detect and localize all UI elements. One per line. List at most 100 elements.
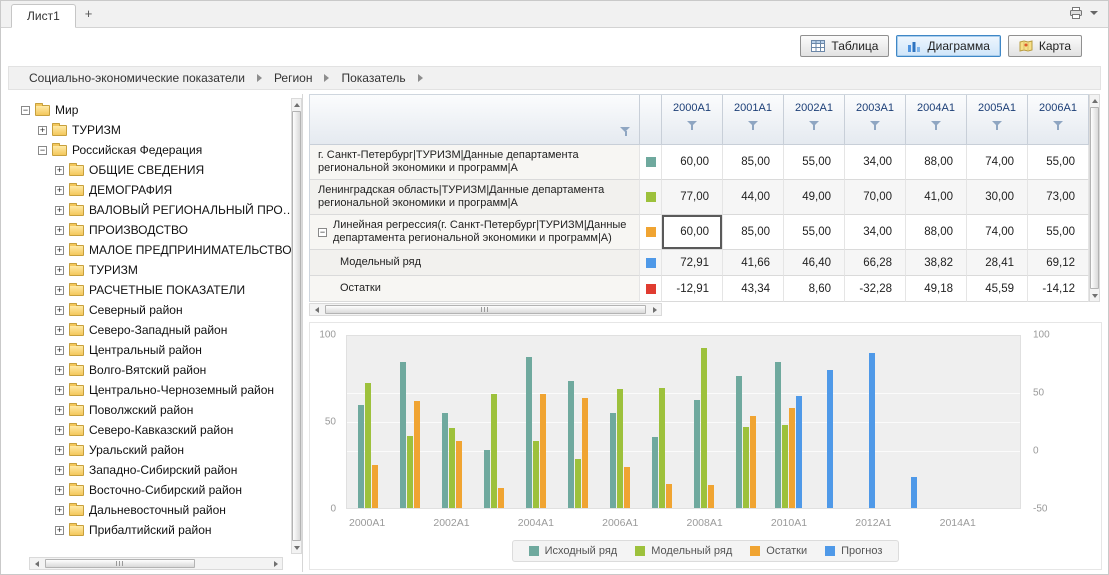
table-cell[interactable]: 34,00 xyxy=(845,145,906,180)
tree-expander-icon[interactable]: + xyxy=(55,526,64,535)
table-cell[interactable]: 41,00 xyxy=(906,180,967,215)
chevron-down-icon[interactable] xyxy=(1090,11,1098,15)
table-cell[interactable]: 60,00 xyxy=(662,215,723,250)
table-cell[interactable]: -32,28 xyxy=(845,276,906,302)
table-horizontal-scrollbar[interactable] xyxy=(309,303,662,316)
new-tab-button[interactable]: + xyxy=(76,2,102,27)
filter-icon[interactable] xyxy=(809,120,820,131)
tree-expander-icon[interactable]: + xyxy=(55,306,64,315)
tree-item[interactable]: + ВАЛОВЫЙ РЕГИОНАЛЬНЫЙ ПРОДУКТ xyxy=(9,200,302,220)
filter-icon[interactable] xyxy=(931,120,942,131)
tree-item[interactable]: + Западно-Сибирский район xyxy=(9,460,302,480)
tree-expander-icon[interactable]: + xyxy=(55,366,64,375)
table-cell[interactable]: 70,00 xyxy=(845,180,906,215)
tree-expander-icon[interactable]: + xyxy=(55,286,64,295)
table-cell[interactable]: 74,00 xyxy=(967,215,1028,250)
table-cell[interactable]: 77,00 xyxy=(662,180,723,215)
row-header[interactable]: − Линейная регрессия(г. Санкт-Петербург|… xyxy=(310,215,640,250)
table-cell[interactable]: 8,60 xyxy=(784,276,845,302)
filter-icon[interactable] xyxy=(687,120,698,131)
tree-item[interactable]: − Российская Федерация xyxy=(9,140,302,160)
row-expander-icon[interactable]: − xyxy=(318,228,327,237)
tree-item[interactable]: + ДЕМОГРАФИЯ xyxy=(9,180,302,200)
table-cell[interactable]: 85,00 xyxy=(723,215,784,250)
tree-expander-icon[interactable]: + xyxy=(55,506,64,515)
tree-expander-icon[interactable]: + xyxy=(38,126,47,135)
row-header[interactable]: Ленинградская область|ТУРИЗМ|Данные депа… xyxy=(310,180,640,215)
filter-icon[interactable] xyxy=(620,126,631,137)
table-cell[interactable]: 55,00 xyxy=(784,145,845,180)
table-cell[interactable]: 69,12 xyxy=(1028,250,1089,276)
tree-item[interactable]: + Дальневосточный район xyxy=(9,500,302,520)
tree-expander-icon[interactable]: + xyxy=(55,326,64,335)
scroll-down-icon[interactable] xyxy=(1088,290,1101,301)
tree-item[interactable]: + ПРОИЗВОДСТВО xyxy=(9,220,302,240)
table-cell[interactable]: 49,00 xyxy=(784,180,845,215)
table-vscrollbar-thumb[interactable] xyxy=(1090,107,1099,289)
tree-item[interactable]: + Центральный район xyxy=(9,340,302,360)
scroll-left-icon[interactable] xyxy=(30,558,43,569)
tree-expander-icon[interactable]: + xyxy=(55,386,64,395)
tree-item[interactable]: + Северный район xyxy=(9,300,302,320)
table-column-header[interactable]: 2002A1 xyxy=(784,95,845,145)
tree-expander-icon[interactable]: + xyxy=(55,406,64,415)
table-cell[interactable]: 34,00 xyxy=(845,215,906,250)
tree-item[interactable]: + МАЛОЕ ПРЕДПРИНИМАТЕЛЬСТВО xyxy=(9,240,302,260)
table-scrollbar-thumb[interactable] xyxy=(325,305,646,314)
tree-item[interactable]: + Северо-Кавказский район xyxy=(9,420,302,440)
table-cell[interactable]: 49,18 xyxy=(906,276,967,302)
tree-item[interactable]: − Мир xyxy=(9,100,302,120)
breadcrumb-item[interactable]: Показатель xyxy=(341,71,405,85)
tree-item[interactable]: + Волго-Вятский район xyxy=(9,360,302,380)
scroll-up-icon[interactable] xyxy=(1088,95,1101,106)
tree-item[interactable]: + Восточно-Сибирский район xyxy=(9,480,302,500)
tree-expander-icon[interactable]: + xyxy=(55,206,64,215)
tree-item[interactable]: + ТУРИЗМ xyxy=(9,120,302,140)
table-cell[interactable]: 44,00 xyxy=(723,180,784,215)
tree-item[interactable]: + Уральский район xyxy=(9,440,302,460)
table-cell[interactable]: 72,91 xyxy=(662,250,723,276)
tree-expander-icon[interactable]: + xyxy=(55,246,64,255)
tree-expander-icon[interactable]: + xyxy=(55,426,64,435)
tree-expander-icon[interactable]: − xyxy=(38,146,47,155)
tree-expander-icon[interactable]: + xyxy=(55,226,64,235)
table-column-header[interactable]: 2005A1 xyxy=(967,95,1028,145)
table-column-header[interactable]: 2006A1 xyxy=(1028,95,1089,145)
map-view-button[interactable]: Карта xyxy=(1008,35,1082,57)
table-cell[interactable]: 41,66 xyxy=(723,250,784,276)
scroll-left-icon[interactable] xyxy=(310,304,323,315)
chart-view-button[interactable]: Диаграмма xyxy=(896,35,1000,57)
row-header[interactable]: г. Санкт-Петербург|ТУРИЗМ|Данные департа… xyxy=(310,145,640,180)
tree-expander-icon[interactable]: + xyxy=(55,466,64,475)
tree-item[interactable]: + ТУРИЗМ xyxy=(9,260,302,280)
table-cell[interactable]: 55,00 xyxy=(1028,215,1089,250)
scroll-down-icon[interactable] xyxy=(290,542,303,553)
table-cell[interactable]: 28,41 xyxy=(967,250,1028,276)
scroll-right-icon[interactable] xyxy=(648,304,661,315)
filter-icon[interactable] xyxy=(1053,120,1064,131)
tree-item[interactable]: + ОБЩИЕ СВЕДЕНИЯ xyxy=(9,160,302,180)
tree-expander-icon[interactable]: + xyxy=(55,166,64,175)
table-cell[interactable]: 46,40 xyxy=(784,250,845,276)
tree-item[interactable]: + Прибалтийский район xyxy=(9,520,302,540)
filter-icon[interactable] xyxy=(748,120,759,131)
tree-expander-icon[interactable]: + xyxy=(55,446,64,455)
table-vertical-scrollbar[interactable] xyxy=(1089,94,1100,302)
breadcrumb-item[interactable]: Социально-экономические показатели xyxy=(29,71,245,85)
filter-icon[interactable] xyxy=(870,120,881,131)
table-cell[interactable]: 88,00 xyxy=(906,145,967,180)
table-cell[interactable]: 55,00 xyxy=(1028,145,1089,180)
tree-expander-icon[interactable]: + xyxy=(55,486,64,495)
table-column-header[interactable]: 2003A1 xyxy=(845,95,906,145)
filter-icon[interactable] xyxy=(992,120,1003,131)
table-cell[interactable]: 55,00 xyxy=(784,215,845,250)
table-column-header[interactable]: 2004A1 xyxy=(906,95,967,145)
tree-item[interactable]: + РАСЧЕТНЫЕ ПОКАЗАТЕЛИ xyxy=(9,280,302,300)
tree-expander-icon[interactable]: − xyxy=(21,106,30,115)
tree-scrollbar-thumb[interactable] xyxy=(45,559,195,568)
tree-item[interactable]: + Поволжский район xyxy=(9,400,302,420)
table-cell[interactable]: -14,12 xyxy=(1028,276,1089,302)
tree-horizontal-scrollbar[interactable] xyxy=(29,557,283,570)
tree-item[interactable]: + Центрально-Черноземный район xyxy=(9,380,302,400)
tree-item[interactable]: + Северо-Западный район xyxy=(9,320,302,340)
